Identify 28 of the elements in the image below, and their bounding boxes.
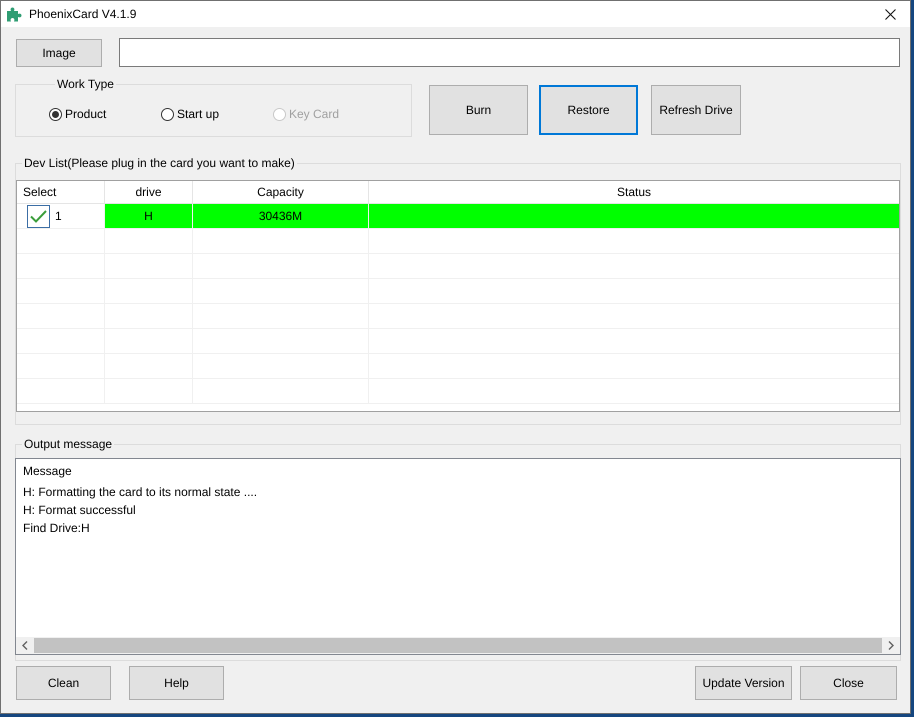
- group-title: Work Type: [56, 77, 115, 92]
- radio-option[interactable]: Product: [49, 107, 161, 121]
- horizontal-scrollbar[interactable]: [16, 637, 900, 654]
- scrollbar-thumb[interactable]: [34, 638, 882, 653]
- action-button[interactable]: Refresh Drive: [651, 85, 741, 135]
- group-title: Output message: [23, 437, 114, 452]
- table-cell: H: [105, 204, 193, 229]
- action-button[interactable]: Burn: [429, 85, 528, 135]
- footer-button[interactable]: Update Version: [695, 666, 792, 700]
- table-cell: 30436M: [193, 204, 369, 229]
- window-title: PhoenixCard V4.1.9: [29, 7, 138, 21]
- message-line: H: Formatting the card to its normal state ....: [23, 484, 258, 501]
- footer-button[interactable]: Clean: [16, 666, 111, 700]
- action-button[interactable]: Restore: [539, 85, 638, 135]
- message-line: Message: [23, 463, 73, 480]
- puzzle-icon: [6, 6, 22, 22]
- close-icon: [884, 8, 896, 20]
- radio-option[interactable]: Start up: [161, 107, 273, 121]
- footer-button[interactable]: Close: [800, 666, 897, 700]
- checkmark-icon: [30, 210, 47, 222]
- image-path-field[interactable]: [119, 38, 900, 67]
- image-button[interactable]: Image: [16, 38, 102, 66]
- message-line: H: Format successful: [23, 502, 137, 519]
- group-title: Dev List(Please plug in the card you want to make): [23, 156, 296, 171]
- message-line: Find Drive:H: [23, 520, 91, 537]
- checkbox[interactable]: [27, 204, 50, 228]
- row-number: 1: [55, 209, 62, 223]
- footer-button[interactable]: Help: [129, 666, 224, 700]
